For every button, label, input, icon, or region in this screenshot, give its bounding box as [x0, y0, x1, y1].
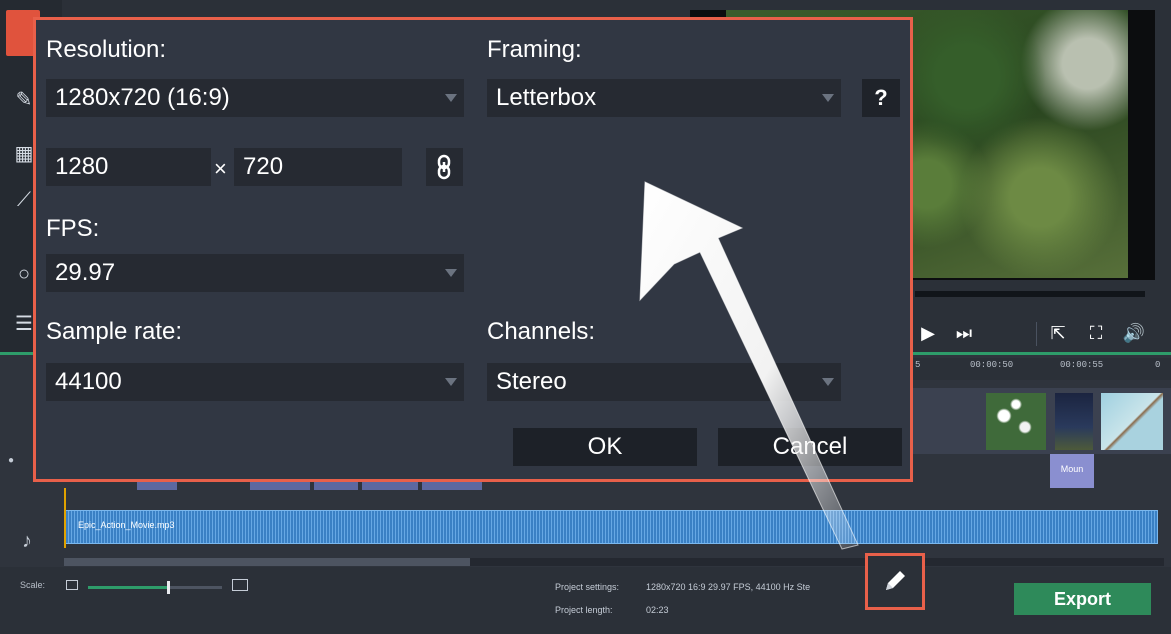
video-clip-thumbnail[interactable]	[1055, 393, 1093, 450]
next-frame-icon[interactable]: ⏭	[946, 316, 982, 350]
app-window: ✎ ▦ ⟋ ○ ☰ ▶ ⏭ ⇱ ⛶ 🔊 5 00:00:50 00:00:55 …	[0, 0, 1171, 634]
project-settings-dialog: Resolution: 1280x720 (16:9) 1280 × 720 F…	[33, 17, 913, 482]
title-clip-bar[interactable]	[314, 482, 358, 490]
width-input[interactable]: 1280	[46, 148, 211, 186]
track-visibility-icon[interactable]: ●	[8, 455, 14, 466]
channels-dropdown[interactable]: Stereo	[487, 363, 841, 401]
dropdown-arrow-icon	[445, 378, 457, 386]
dropdown-arrow-icon	[445, 269, 457, 277]
dropdown-arrow-icon	[445, 94, 457, 102]
channels-label: Channels:	[487, 318, 596, 345]
project-settings-label: Project settings:	[555, 582, 620, 592]
fps-dropdown[interactable]: 29.97	[46, 254, 464, 292]
preview-progress-bar[interactable]	[915, 291, 1145, 297]
video-clip-thumbnail[interactable]	[1101, 393, 1163, 450]
title-clip-bar[interactable]	[362, 482, 418, 490]
edit-project-settings-button[interactable]	[865, 553, 925, 610]
title-clip-bar[interactable]	[422, 482, 482, 490]
title-clip[interactable]: Moun	[1050, 454, 1094, 488]
export-button[interactable]: Export	[1014, 583, 1151, 615]
play-icon[interactable]: ▶	[910, 316, 946, 350]
scale-slider-handle[interactable]	[167, 581, 171, 594]
ok-button[interactable]: OK	[513, 428, 697, 466]
detach-preview-icon[interactable]: ⇱	[1040, 316, 1076, 350]
ruler-tick: 0	[1155, 360, 1161, 370]
audio-clip[interactable]	[64, 510, 1158, 544]
framing-value: Letterbox	[496, 84, 597, 111]
music-note-icon: ♪	[22, 530, 32, 552]
control-divider	[1036, 322, 1037, 346]
project-length-label: Project length:	[555, 605, 613, 615]
zoom-in-icon[interactable]	[232, 579, 248, 591]
framing-help-button[interactable]: ?	[862, 79, 900, 117]
resolution-value: 1280x720 (16:9)	[55, 84, 230, 111]
scale-slider-fill	[88, 586, 169, 589]
timeline-scrollbar[interactable]	[64, 558, 1164, 566]
resolution-dropdown[interactable]: 1280x720 (16:9)	[46, 79, 464, 117]
channels-value: Stereo	[496, 368, 567, 395]
video-clip-thumbnail[interactable]	[986, 393, 1046, 450]
player-controls: ▶ ⏭ ⇱ ⛶ 🔊	[910, 316, 1160, 352]
ruler-tick: 00:00:50	[970, 360, 1014, 370]
fps-label: FPS:	[46, 215, 100, 242]
project-settings-value: 1280x720 16:9 29.97 FPS, 44100 Hz Ste	[646, 582, 811, 592]
sample-rate-value: 44100	[55, 368, 122, 395]
dropdown-arrow-icon	[822, 94, 834, 102]
fps-value: 29.97	[55, 259, 116, 286]
scrollbar-thumb[interactable]	[64, 558, 470, 566]
dropdown-arrow-icon	[822, 378, 834, 386]
framing-dropdown[interactable]: Letterbox	[487, 79, 841, 117]
pencil-icon	[886, 571, 905, 590]
framing-label: Framing:	[487, 36, 582, 63]
ruler-tick: 00:00:55	[1060, 360, 1104, 370]
cancel-button[interactable]: Cancel	[718, 428, 902, 466]
ruler-tick: 5	[915, 360, 921, 370]
height-input[interactable]: 720	[234, 148, 402, 186]
zoom-out-icon[interactable]	[66, 580, 78, 590]
audio-clip-label: Epic_Action_Movie.mp3	[78, 520, 175, 530]
chain-link-icon	[437, 154, 451, 180]
volume-icon[interactable]: 🔊	[1116, 316, 1152, 350]
scale-slider[interactable]	[88, 581, 222, 594]
title-clip-bar[interactable]	[250, 482, 310, 490]
aspect-lock-button[interactable]	[426, 148, 463, 186]
bottom-bar	[0, 567, 1171, 634]
scale-label: Scale:	[20, 580, 46, 590]
project-length-value: 02:23	[646, 605, 669, 615]
resolution-label: Resolution:	[46, 36, 167, 63]
fullscreen-icon[interactable]: ⛶	[1078, 316, 1114, 350]
sample-rate-label: Sample rate:	[46, 318, 183, 345]
sample-rate-dropdown[interactable]: 44100	[46, 363, 464, 401]
times-symbol: ×	[214, 156, 227, 181]
audio-waveform	[65, 511, 1157, 543]
playhead[interactable]	[64, 488, 66, 548]
title-clip-bar[interactable]	[137, 482, 177, 490]
